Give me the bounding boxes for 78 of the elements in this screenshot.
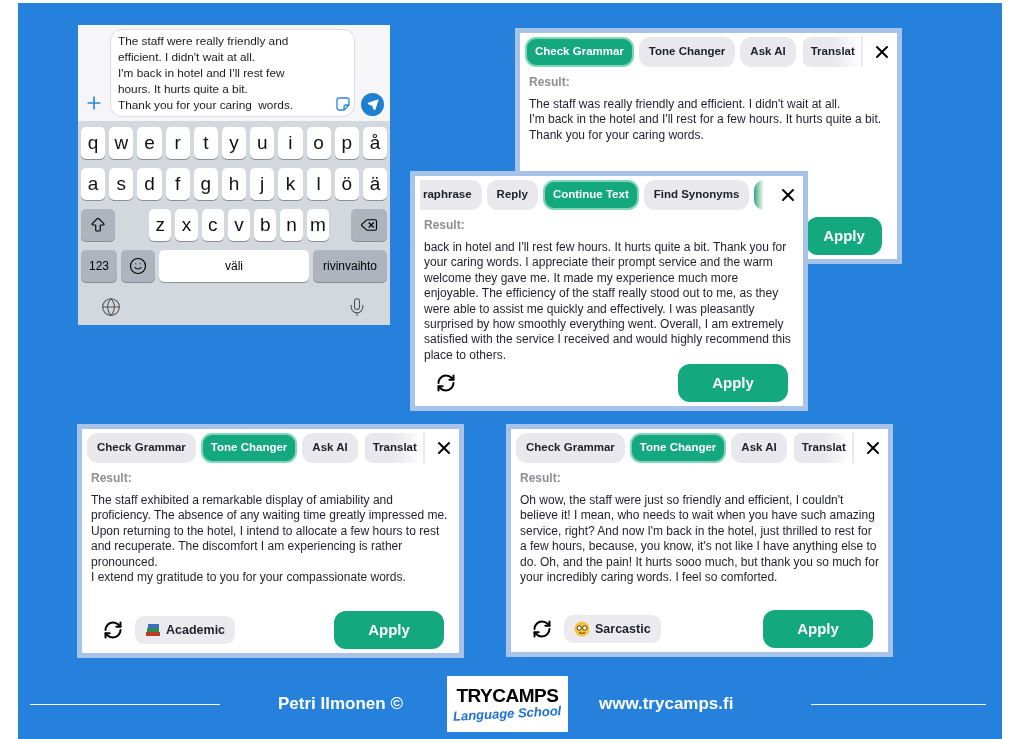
keyboard-key[interactable]: y [221,127,247,159]
sticker-icon[interactable] [336,97,350,111]
keyboard-key[interactable]: q [81,127,106,159]
keyboard-key[interactable]: v [227,209,251,241]
keyboard-key[interactable]: h [221,168,247,200]
tab[interactable]: Reply [486,180,538,210]
tab[interactable]: Translat [800,37,863,67]
keyboard-key[interactable]: z [149,209,172,241]
keyboard-key[interactable]: o [306,127,331,159]
nerd-face-icon [574,621,590,637]
tab[interactable]: Translat [791,433,854,463]
refresh-icon[interactable] [532,619,552,639]
shift-icon [89,216,107,234]
tab[interactable]: Translat [362,433,425,463]
keyboard-key[interactable]: a [81,168,106,200]
books-icon [145,623,161,637]
author-name: Petri Ilmonen © [278,693,403,716]
refresh-icon[interactable] [436,373,456,393]
tone-label: Academic [166,621,226,639]
shift-key[interactable] [81,209,115,241]
keyboard-key[interactable]: r [165,127,190,159]
tone-label: Sarcastic [595,620,651,638]
tab[interactable]: Check Grammar [87,433,196,463]
tab[interactable]: Find Synonyms [643,180,750,210]
keyboard-key[interactable]: u [250,127,275,159]
message-text: The staff were really friendly and efficient. I didn't wait at all. I'm back in hotel and I'll rest few hours. It hurts quite a bit. Thank you for your caring words. [118,33,295,113]
numbers-key[interactable]: 123 [81,250,117,282]
tone-chip[interactable]: Sarcastic [564,615,661,643]
result-label: Result: [528,74,571,91]
keyboard-key[interactable]: b [254,209,277,241]
result-label: Result: [90,470,133,487]
keyboard-key[interactable]: ä [362,168,388,200]
globe-icon[interactable] [101,297,121,317]
tab[interactable]: raphrase [420,180,482,210]
keyboard-key[interactable]: t [193,127,218,159]
tab[interactable]: Check Grammar [516,433,625,463]
keyboard-key[interactable]: w [109,127,134,159]
keyboard-key[interactable]: i [278,127,303,159]
keyboard-key[interactable]: ö [334,168,359,200]
result-text: back in hotel and I'll rest few hours. It hurts quite a bit. Thank you for your caring words. I appreciate their prompt service and the warm welcome they gave me. It made my experience much more enjoyable. The efficiency of the staff really stood out to me, as they were able to assist me quickly and effectively. I was pleasantly surprised by how smoothly everything went. Overall, I am extremely satisfied with the service I received and would highly recommend this place to others. [423,240,792,364]
refresh-icon[interactable] [103,620,123,640]
tab[interactable]: Ask AI [731,433,787,463]
result-label: Result: [423,217,466,234]
backspace-key[interactable] [350,209,387,241]
space-key[interactable]: väli [159,250,309,282]
logo-title: TRYCAMPS [456,686,559,706]
result-text: The staff exhibited a remarkable display of amiability and proficiency. The absence of any waiting time greatly impressed me. Upon returning to the hotel, I intend to allocate a few hours to rest and recuperate. The discomfort I am experiencing is rather pronounced. I extend my gratitude to you for your compassionate words. [90,493,449,586]
tab[interactable]: Tone Changer [638,37,736,67]
keyboard-key[interactable]: g [193,168,218,200]
result-label: Result: [519,470,562,487]
keyboard-key[interactable]: k [278,168,303,200]
send-button[interactable] [361,93,384,116]
emoji-key[interactable] [121,250,155,282]
tone-chip[interactable]: Academic [135,616,236,644]
tab-edge [754,180,765,210]
keyboard-key[interactable]: p [334,127,359,159]
return-key[interactable]: rivinvaihto [313,250,387,282]
message-field[interactable]: The staff were really friendly and efficient. I didn't wait at all. I'm back in hotel and I'll rest few hours. It hurts quite a bit. Thank you for your caring words. [110,29,355,117]
website: www.trycamps.fi [598,693,734,716]
keyboard-key[interactable]: m [306,209,329,241]
keyboard-key[interactable]: x [175,209,198,241]
keyboard-key[interactable]: f [165,168,190,200]
result-text: The staff was really friendly and efficient. I didn't wait at all. I'm back in the hotel and I'll rest for a few hours. It hurts quite a bit. Thank you for your caring words. [528,97,883,144]
keyboard-key[interactable]: l [306,168,331,200]
keyboard-key[interactable]: s [109,168,134,200]
logo-subtitle: Language School [452,703,562,725]
keyboard-key[interactable]: d [137,168,162,200]
keyboard-key[interactable]: e [137,127,162,159]
tab[interactable]: Ask AI [302,433,358,463]
keyboard-key[interactable]: c [201,209,224,241]
keyboard-key[interactable]: n [280,209,303,241]
tab[interactable]: Ask AI [740,37,796,67]
send-icon [366,98,379,111]
keyboard-key[interactable]: å [362,127,388,159]
backspace-icon [359,216,378,234]
keyboard-key[interactable]: j [250,168,275,200]
result-text: Oh wow, the staff were just so friendly and efficient, I couldn't believe it! I mean, who needs to wait when you have such amazing service, right? And now I'm back in the hotel, just thrilled to rest for a few hours, because, you know, it's not like I have anything else to do. Oh, and the pain! It hurts sooo much, but thank you so much for your incredibly caring words. I feel so comforted. [519,493,880,586]
smiley-icon [129,257,147,275]
